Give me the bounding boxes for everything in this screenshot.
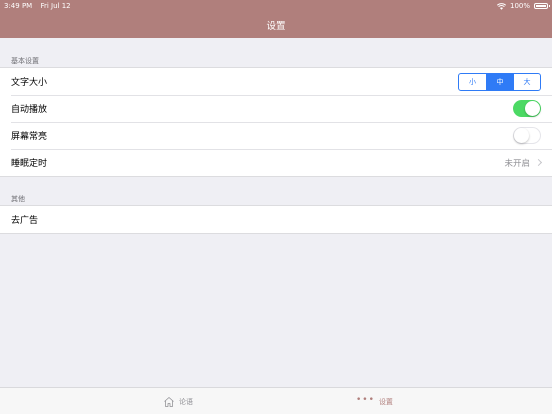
autoplay-toggle[interactable]: [513, 100, 541, 117]
basic-settings-group: 文字大小 小 中 大 自动播放 屏幕常亮 睡眠定时 未开启: [0, 67, 552, 177]
screen-on-label: 屏幕常亮: [11, 132, 48, 142]
tab-forum-label: 论语: [179, 397, 193, 406]
status-bar-left: 3:49 PM Fri Jul 12: [4, 2, 71, 10]
home-icon: [164, 396, 174, 407]
toggle-knob: [514, 128, 529, 143]
autoplay-row: 自动播放: [0, 95, 552, 122]
navigation-bar: 3:49 PM Fri Jul 12 100% 设置: [0, 0, 552, 38]
status-date: Fri Jul 12: [40, 2, 71, 10]
sleep-timer-label: 睡眠定时: [11, 159, 48, 169]
remove-ads-row[interactable]: 去广告: [0, 206, 552, 233]
font-size-row: 文字大小 小 中 大: [0, 68, 552, 95]
more-dots-icon: •••: [356, 394, 375, 405]
toggle-knob: [525, 101, 540, 116]
autoplay-label: 自动播放: [11, 105, 48, 115]
tab-settings-label: 设置: [378, 397, 393, 406]
tab-forum[interactable]: 论语: [163, 388, 193, 414]
font-size-segmented-control[interactable]: 小 中 大: [458, 72, 541, 91]
font-size-small-option[interactable]: 小: [459, 74, 486, 90]
battery-percent: 100%: [509, 2, 530, 10]
tab-settings[interactable]: ••• 设置: [356, 388, 393, 414]
battery-icon: [534, 3, 550, 9]
sleep-timer-value: 未开启: [504, 158, 530, 169]
font-size-medium-option[interactable]: 中: [486, 73, 513, 90]
other-settings-group: 去广告: [0, 205, 552, 234]
remove-ads-label: 去广告: [11, 216, 39, 226]
chevron-right-icon: [534, 158, 543, 167]
tab-bar: 论语 ••• 设置: [0, 387, 552, 414]
status-time: 3:49 PM: [4, 2, 33, 10]
sleep-timer-row[interactable]: 睡眠定时 未开启: [0, 149, 552, 176]
status-bar-right: 100%: [496, 2, 550, 10]
font-size-large-option[interactable]: 大: [513, 73, 540, 90]
wifi-icon: [496, 2, 506, 10]
section-header-other: 其他: [11, 195, 25, 203]
font-size-label: 文字大小: [11, 78, 48, 88]
screen-on-toggle[interactable]: [513, 127, 541, 144]
sleep-timer-detail: 未开启: [504, 157, 543, 169]
page-title: 设置: [266, 21, 286, 32]
section-header-basic: 基本设置: [11, 57, 39, 65]
screen-on-row: 屏幕常亮: [0, 122, 552, 149]
